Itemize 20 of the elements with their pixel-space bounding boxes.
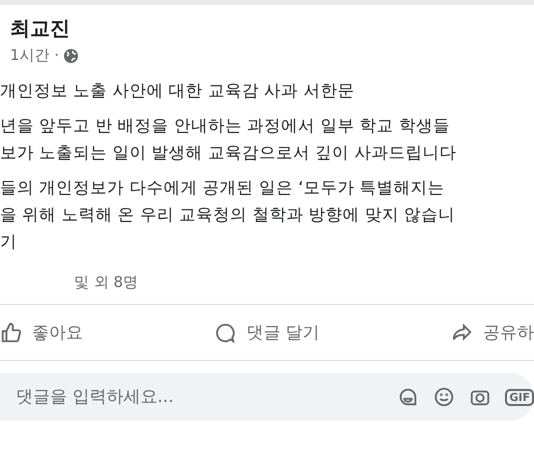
share-button[interactable]: 공유하 <box>451 321 534 344</box>
smiley-icon[interactable] <box>433 386 456 408</box>
post-text: 기 <box>0 231 17 253</box>
globe-icon <box>63 48 80 64</box>
post-title: 개인정보 노출 사안에 대한 교육감 사과 서한문 <box>0 80 354 102</box>
post-text: 년을 앞두고 반 배정을 안내하는 과정에서 일부 학교 학생들 <box>0 115 450 137</box>
reaction-count[interactable]: 및 외 8명 <box>74 273 138 292</box>
post-text: 들의 개인정보가 다수에게 공개된 일은 ‘모두가 특별해지는 <box>0 177 445 199</box>
post-text: 을 위해 노력해 온 우리 교육청의 철학과 방향에 맞지 않습니 <box>0 204 456 226</box>
comment-field[interactable]: 댓글을 입력하세요... GIF <box>0 373 534 421</box>
post-time[interactable]: 1시간 · <box>10 46 60 65</box>
gif-button[interactable]: GIF <box>505 388 534 406</box>
sticker-icon[interactable] <box>397 386 420 408</box>
like-button[interactable]: 좋아요 <box>0 321 83 344</box>
thumbs-up-icon <box>0 322 22 344</box>
author-name[interactable]: 최교진 <box>10 15 534 42</box>
post-text: 보가 노출되는 일이 발생해 교육감으로서 깊이 사과드립니다 <box>0 142 456 164</box>
share-icon <box>451 322 473 344</box>
comment-button[interactable]: 댓글 달기 <box>214 321 320 344</box>
comment-icon <box>214 322 236 344</box>
